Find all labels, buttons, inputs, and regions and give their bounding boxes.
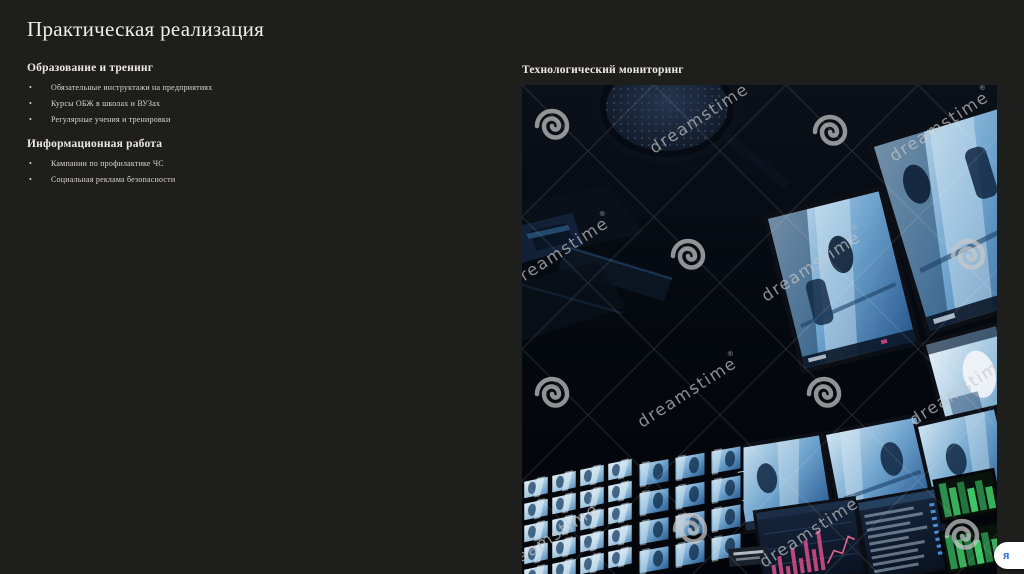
section-heading-information: Информационная работа xyxy=(27,138,163,150)
bullet-list-education: • Обязательные инструктажи на предприяти… xyxy=(27,83,507,131)
bullet-marker: • xyxy=(29,115,32,124)
floating-assistant-button-label: я xyxy=(1003,549,1010,562)
bullet-marker: • xyxy=(29,175,32,184)
slide-title: Практическая реализация xyxy=(27,17,265,41)
left-column: Образование и тренинг • Обязательные инс… xyxy=(27,62,507,191)
section-heading-education: Образование и тренинг xyxy=(27,62,154,74)
list-item: • Обязательные инструктажи на предприяти… xyxy=(27,83,507,99)
list-item: • Курсы ОБЖ в школах и ВУЗах xyxy=(27,99,507,115)
list-item: • Регулярные учения и тренировки xyxy=(27,115,507,131)
list-item-text: Курсы ОБЖ в школах и ВУЗах xyxy=(51,99,161,108)
cctv-photo-canvas: dreamstime ® dreamstime ® dreamstime ® d… xyxy=(522,85,997,574)
list-item-text: Кампании по профилактике ЧС xyxy=(51,159,164,168)
floating-assistant-button[interactable]: я xyxy=(994,542,1024,569)
bullet-marker: • xyxy=(29,83,32,92)
bullet-marker: • xyxy=(29,99,32,108)
list-item-text: Социальная реклама безопасности xyxy=(51,175,176,184)
list-item: • Социальная реклама безопасности xyxy=(27,175,507,191)
list-item-text: Обязательные инструктажи на предприятиях xyxy=(51,83,213,92)
list-item: • Кампании по профилактике ЧС xyxy=(27,159,507,175)
section-heading-monitoring: Технологический мониторинг xyxy=(522,64,684,76)
bullet-list-information: • Кампании по профилактике ЧС • Социальн… xyxy=(27,159,507,191)
stock-photo-cctv-control-room: dreamstime ® dreamstime ® dreamstime ® d… xyxy=(522,85,997,574)
list-item-text: Регулярные учения и тренировки xyxy=(51,115,171,124)
dreamstime-watermark: dreamstime ® dreamstime ® dreamstime ® d… xyxy=(522,85,997,574)
bullet-marker: • xyxy=(29,159,32,168)
